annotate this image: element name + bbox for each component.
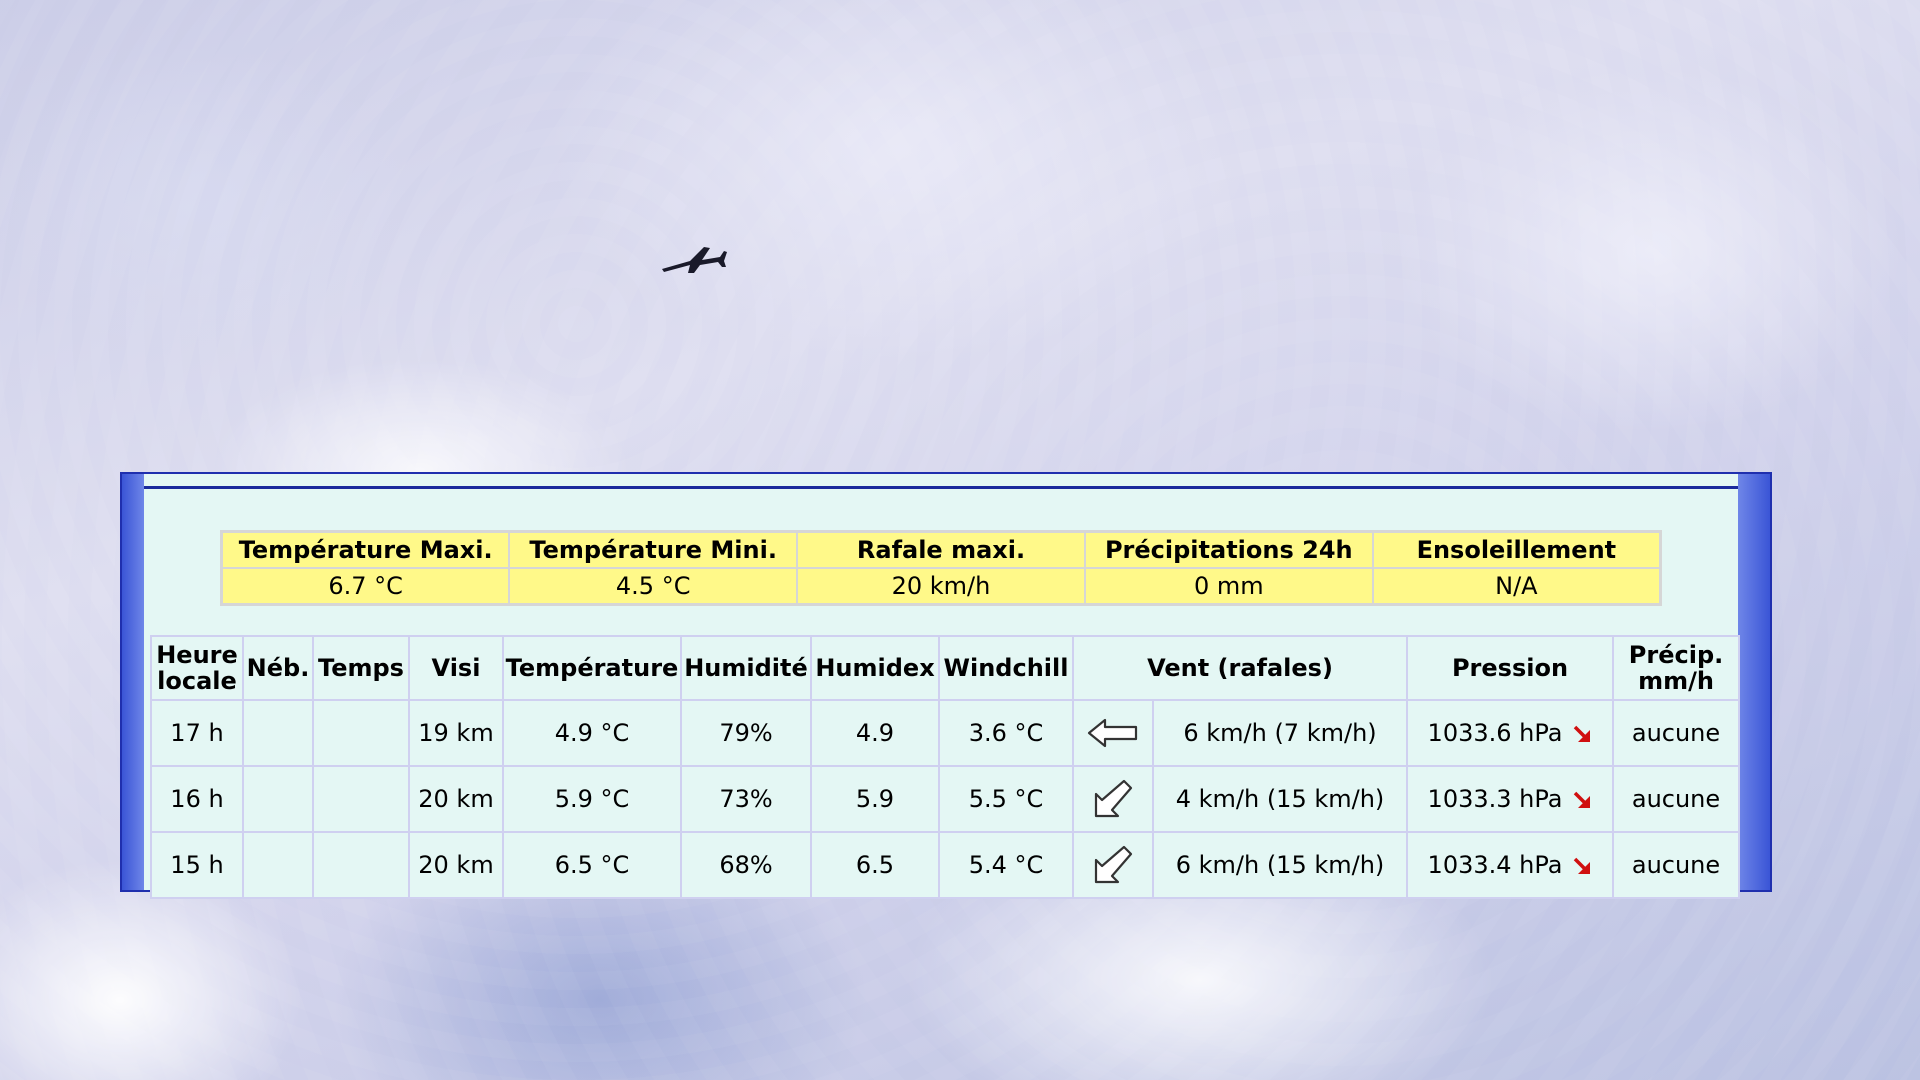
cell-humidex: 5.9 xyxy=(810,765,940,833)
table-row: 16 h 20 km 5.9 °C 73% 5.9 5.5 °C 4 km/h … xyxy=(150,765,1741,833)
summary-values-row: 6.7 °C 4.5 °C 20 km/h 0 mm N/A xyxy=(220,567,1662,606)
hourly-observations-table: Heure locale Néb. Temps Visi Température … xyxy=(150,635,1741,899)
arrow-down-left-icon xyxy=(1094,845,1133,884)
cell-temperature: 6.5 °C xyxy=(502,831,682,899)
summary-value-temp-min: 4.5 °C xyxy=(508,567,799,606)
cell-temps xyxy=(312,699,410,767)
cell-wind-direction xyxy=(1072,699,1154,767)
arrow-down-right-icon xyxy=(1574,791,1591,808)
column-header-humidite: Humidité xyxy=(680,635,812,701)
cell-humidite: 68% xyxy=(680,831,812,899)
cell-visi: 19 km xyxy=(408,699,504,767)
cell-pression: 1033.3 hPa xyxy=(1406,765,1615,833)
summary-header-temp-min: Température Mini. xyxy=(508,530,799,569)
cell-humidite: 73% xyxy=(680,765,812,833)
weather-panel: Température Maxi. Température Mini. Rafa… xyxy=(120,472,1772,899)
summary-value-precip-24h: 0 mm xyxy=(1083,567,1374,606)
cell-heure: 17 h xyxy=(150,699,244,767)
panel-right-border xyxy=(1738,474,1770,890)
column-header-humidex: Humidex xyxy=(810,635,940,701)
panel-left-border xyxy=(122,474,144,890)
cell-windchill: 3.6 °C xyxy=(938,699,1074,767)
column-header-heure: Heure locale xyxy=(150,635,244,701)
summary-value-gust-max: 20 km/h xyxy=(796,567,1086,606)
cell-visi: 20 km xyxy=(408,765,504,833)
summary-value-sunshine: N/A xyxy=(1371,567,1662,606)
cell-neb xyxy=(242,765,314,833)
column-header-windchill: Windchill xyxy=(938,635,1074,701)
cell-humidex: 6.5 xyxy=(810,831,940,899)
cell-precip: aucune xyxy=(1612,831,1741,899)
cell-heure: 15 h xyxy=(150,831,244,899)
cell-visi: 20 km xyxy=(408,831,504,899)
column-header-vent: Vent (rafales) xyxy=(1071,635,1409,701)
airplane-image xyxy=(662,247,727,273)
summary-value-temp-max: 6.7 °C xyxy=(220,567,511,606)
cell-windchill: 5.5 °C xyxy=(938,765,1074,833)
cell-pression: 1033.4 hPa xyxy=(1406,831,1615,899)
cell-precip: aucune xyxy=(1612,765,1741,833)
cell-temperature: 5.9 °C xyxy=(502,765,682,833)
cell-humidite: 79% xyxy=(680,699,812,767)
daily-summary-table: Température Maxi. Température Mini. Rafa… xyxy=(220,530,1662,606)
cell-heure: 16 h xyxy=(150,765,244,833)
panel-top-rule xyxy=(144,486,1738,489)
arrow-down-right-icon xyxy=(1574,725,1591,742)
column-header-temperature: Température xyxy=(502,635,682,701)
cell-temperature: 4.9 °C xyxy=(502,699,682,767)
summary-header-row: Température Maxi. Température Mini. Rafa… xyxy=(220,530,1662,569)
column-header-visi: Visi xyxy=(408,635,504,701)
arrow-down-right-icon xyxy=(1574,857,1591,874)
summary-header-sunshine: Ensoleillement xyxy=(1371,530,1662,569)
column-header-neb: Néb. xyxy=(242,635,314,701)
cell-vent: 6 km/h (7 km/h) xyxy=(1151,699,1409,767)
cell-precip: aucune xyxy=(1612,699,1741,767)
summary-header-precip-24h: Précipitations 24h xyxy=(1083,530,1374,569)
summary-header-temp-max: Température Maxi. xyxy=(220,530,511,569)
cell-temps xyxy=(312,831,410,899)
arrow-down-left-icon xyxy=(1094,779,1133,818)
cell-vent: 6 km/h (15 km/h) xyxy=(1151,831,1409,899)
cell-pression: 1033.6 hPa xyxy=(1406,699,1615,767)
table-header-row: Heure locale Néb. Temps Visi Température … xyxy=(150,635,1741,701)
table-row: 15 h 20 km 6.5 °C 68% 6.5 5.4 °C 6 km/h … xyxy=(150,831,1741,899)
cell-neb xyxy=(242,699,314,767)
cell-wind-direction xyxy=(1072,831,1154,899)
cell-humidex: 4.9 xyxy=(810,699,940,767)
cell-temps xyxy=(312,765,410,833)
column-header-precip: Précip. mm/h xyxy=(1612,635,1741,701)
column-header-pression: Pression xyxy=(1406,635,1615,701)
summary-header-gust-max: Rafale maxi. xyxy=(796,530,1086,569)
arrow-left-icon xyxy=(1087,718,1138,748)
column-header-temps: Temps xyxy=(312,635,410,701)
table-row: 17 h 19 km 4.9 °C 79% 4.9 3.6 °C 6 km/h … xyxy=(150,699,1741,767)
cell-vent: 4 km/h (15 km/h) xyxy=(1151,765,1409,833)
cell-windchill: 5.4 °C xyxy=(938,831,1074,899)
cell-neb xyxy=(242,831,314,899)
cell-wind-direction xyxy=(1072,765,1154,833)
